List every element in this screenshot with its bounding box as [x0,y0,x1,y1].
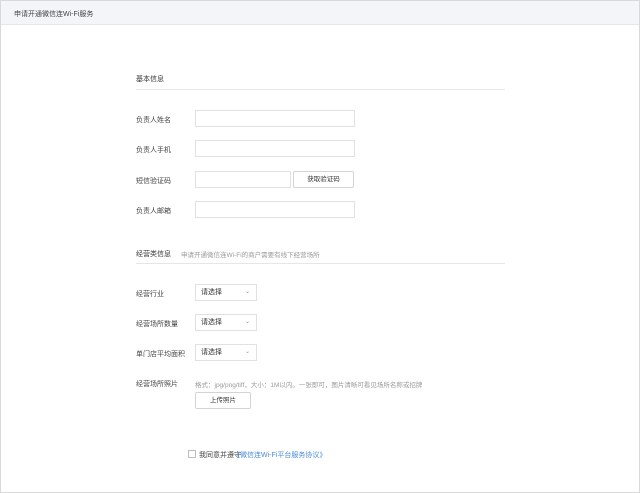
sms-code-label: 短信验证码 [136,178,171,185]
business-info-section-title: 经营类信息 [136,251,171,258]
basic-info-divider [136,89,505,90]
header-bar: 申请开通微信连Wi-Fi服务 [1,1,639,25]
business-info-divider [136,263,505,264]
industry-select[interactable]: 请选择 ⌄ [195,284,257,301]
sms-code-input[interactable] [195,171,291,188]
email-label: 负责人邮箱 [136,208,171,215]
basic-info-section-title: 基本信息 [136,76,164,83]
venue-photo-label: 经营场所照片 [136,381,178,388]
venue-count-select[interactable]: 请选择 ⌄ [195,314,257,331]
industry-label: 经营行业 [136,291,164,298]
agree-checkbox[interactable] [188,450,196,458]
chevron-down-icon: ⌄ [244,349,250,355]
upload-photo-button[interactable]: 上传照片 [195,392,251,409]
service-agreement-link[interactable]: 《微信连Wi-Fi平台服务协议》 [233,450,326,460]
store-area-select-value: 请选择 [201,349,222,356]
chevron-down-icon: ⌄ [244,289,250,295]
get-code-button[interactable]: 获取验证码 [293,171,354,188]
industry-select-value: 请选择 [201,289,222,296]
photo-hint: 格式：jpg/png/tiff，大小：1M以内。一张即可，图片清晰可看见场所名称… [195,382,423,389]
page-frame: 申请开通微信连Wi-Fi服务 基本信息 负责人姓名 负责人手机 短信验证码 获取… [0,0,640,493]
business-info-description: 申请开通微信连Wi-Fi的商户需要有线下经营场所 [181,252,320,259]
name-input[interactable] [195,110,355,127]
phone-label: 负责人手机 [136,147,171,154]
chevron-down-icon: ⌄ [244,319,250,325]
venue-count-label: 经营场所数量 [136,321,178,328]
name-label: 负责人姓名 [136,117,171,124]
store-area-label: 单门店平均面积 [136,351,185,358]
page-title: 申请开通微信连Wi-Fi服务 [14,11,94,18]
store-area-select[interactable]: 请选择 ⌄ [195,344,257,361]
phone-input[interactable] [195,140,355,157]
venue-count-select-value: 请选择 [201,319,222,326]
email-input[interactable] [195,201,355,218]
